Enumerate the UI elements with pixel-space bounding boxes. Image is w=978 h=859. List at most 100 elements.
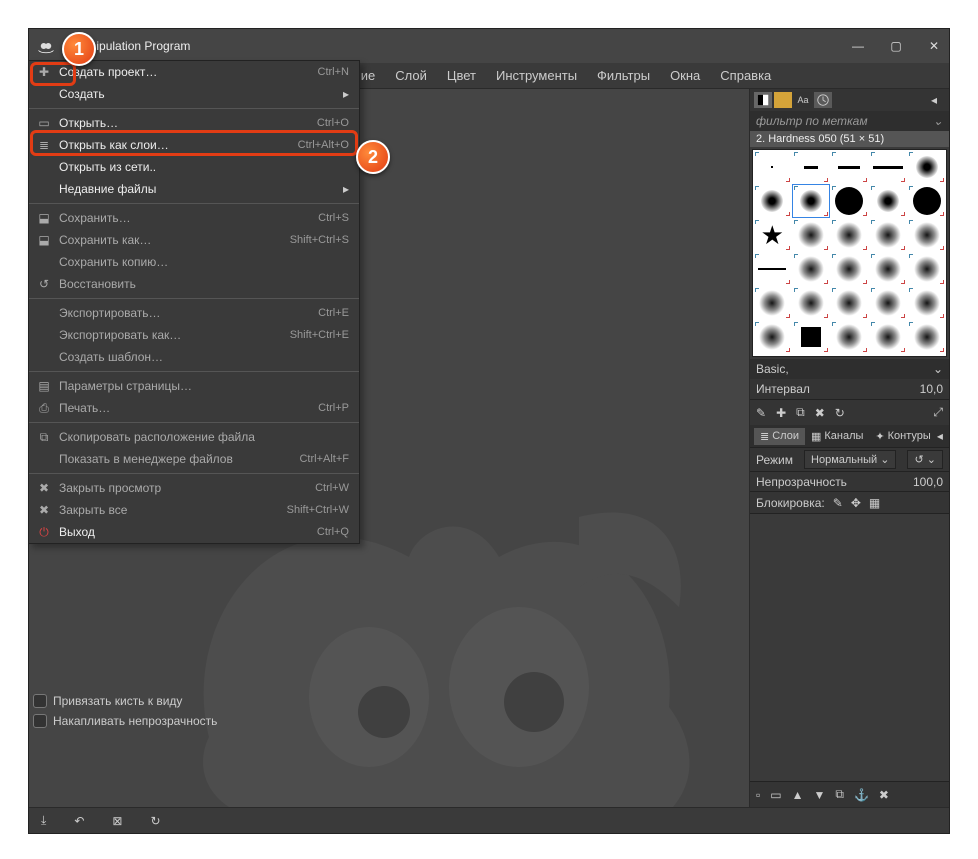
lower-layer-icon[interactable]: ▼ xyxy=(814,788,826,802)
anchor-layer-icon[interactable]: ⚓ xyxy=(854,788,869,802)
save-icon: ⬓ xyxy=(37,211,51,225)
undo-icon[interactable]: ↶ xyxy=(74,814,84,828)
brush-cell[interactable] xyxy=(792,286,831,320)
duplicate-layer-icon[interactable]: ⧉ xyxy=(835,787,844,802)
submenu-arrow-icon: ▸ xyxy=(343,87,349,101)
file-menu-item: Экспортировать как…Shift+Ctrl+E xyxy=(29,324,359,346)
new-layer-icon[interactable]: ▫ xyxy=(756,788,760,802)
brush-lines[interactable] xyxy=(869,320,908,354)
edit-brush-icon[interactable]: ✎ xyxy=(756,406,766,420)
lock-position-icon[interactable]: ✥ xyxy=(851,496,861,510)
brush-hline[interactable] xyxy=(753,252,792,286)
copy-icon: ⧉ xyxy=(37,430,51,444)
brush-dots2[interactable] xyxy=(792,252,831,286)
file-menu-item[interactable]: ▭Открыть…Ctrl+O xyxy=(29,112,359,134)
layer-mode: Режим Нормальный ⌄ ↺ ⌄ xyxy=(750,447,949,471)
brush-texture1[interactable] xyxy=(869,218,908,252)
close-button[interactable]: ✕ xyxy=(927,39,941,53)
open-as-image-icon[interactable]: ⤢ xyxy=(933,405,943,420)
brush-softbig[interactable] xyxy=(869,184,908,218)
brush-grain1[interactable] xyxy=(830,218,869,252)
delete-status-icon[interactable]: ⊠ xyxy=(112,814,122,828)
current-brush-label: 2. Hardness 050 (51 × 51) xyxy=(750,131,949,147)
brush-cluster[interactable] xyxy=(869,252,908,286)
chevron-down-icon: ⌄ xyxy=(933,362,943,376)
bind-brush-checkbox[interactable]: Привязать кисть к виду xyxy=(33,691,217,711)
file-menu-item[interactable]: Открыть из сети.. xyxy=(29,156,359,178)
brush-hbar2[interactable] xyxy=(830,150,869,184)
menu-цвет[interactable]: Цвет xyxy=(437,64,486,87)
history-tab[interactable] xyxy=(814,92,832,108)
brush-sel[interactable] xyxy=(792,184,831,218)
minimize-button[interactable]: — xyxy=(851,39,865,53)
raise-layer-icon[interactable]: ▲ xyxy=(792,788,804,802)
file-menu-item: ⧉Скопировать расположение файла xyxy=(29,426,359,448)
file-menu-item[interactable]: ⏻ВыходCtrl+Q xyxy=(29,521,359,543)
save-status-icon[interactable]: ⤓ xyxy=(41,813,46,828)
blank-icon xyxy=(37,328,51,342)
layer-opacity[interactable]: Непрозрачность 100,0 xyxy=(750,471,949,491)
maximize-button[interactable]: ▢ xyxy=(889,39,903,53)
file-menu-item[interactable]: Недавние файлы▸ xyxy=(29,178,359,200)
brush-grid[interactable]: ★ xyxy=(752,149,947,357)
brush-fiber[interactable] xyxy=(753,320,792,354)
open-icon: ▭ xyxy=(37,116,51,130)
lock-alpha-icon[interactable]: ▦ xyxy=(869,496,880,510)
brush-dots1[interactable] xyxy=(907,218,946,252)
brush-spots[interactable] xyxy=(830,286,869,320)
fonts-tab[interactable]: Aa xyxy=(794,92,812,108)
layer-mode-reset[interactable]: ↺ ⌄ xyxy=(907,450,943,469)
menu-фильтры[interactable]: Фильтры xyxy=(587,64,660,87)
brush-square[interactable] xyxy=(792,320,831,354)
patterns-tab[interactable] xyxy=(774,92,792,108)
close-icon: ✖ xyxy=(37,481,51,495)
layers-list[interactable] xyxy=(750,513,949,781)
dock-menu-icon[interactable]: ◂ xyxy=(937,429,945,443)
brush-hbar3[interactable] xyxy=(869,150,908,184)
brush-noise1[interactable] xyxy=(753,286,792,320)
lock-pixels-icon[interactable]: ✎ xyxy=(833,496,843,510)
brush-interval[interactable]: Интервал 10,0 xyxy=(750,379,949,399)
duplicate-brush-icon[interactable]: ⧉ xyxy=(796,405,805,420)
menu-слой[interactable]: Слой xyxy=(385,64,437,87)
titlebar: e Manipulation Program — ▢ ✕ xyxy=(29,29,949,63)
brush-noise3[interactable] xyxy=(830,320,869,354)
brush-dots3[interactable] xyxy=(907,252,946,286)
tag-filter[interactable]: фильтр по меткам ⌄ xyxy=(750,111,949,131)
layer-mode-dropdown[interactable]: Нормальный ⌄ xyxy=(804,450,896,469)
new-brush-icon[interactable]: ✚ xyxy=(776,406,786,420)
file-menu-item[interactable]: Создать▸ xyxy=(29,83,359,105)
menu-инструменты[interactable]: Инструменты xyxy=(486,64,587,87)
brush-spray1[interactable] xyxy=(792,218,831,252)
brush-preset-dropdown[interactable]: Basic, ⌄ xyxy=(750,359,949,379)
menu-окна[interactable]: Окна xyxy=(660,64,710,87)
refresh-brush-icon[interactable]: ↻ xyxy=(835,406,845,420)
file-menu-item[interactable]: ≣Открыть как слои…Ctrl+Alt+O xyxy=(29,134,359,156)
brush-bigblack[interactable] xyxy=(907,184,946,218)
brush-noise4[interactable] xyxy=(907,320,946,354)
brush-blur1[interactable] xyxy=(907,150,946,184)
paths-tab[interactable]: ✦ Контуры xyxy=(869,428,936,445)
brush-noise2[interactable] xyxy=(869,286,908,320)
new-group-icon[interactable]: ▭ xyxy=(770,788,781,802)
menu-справка[interactable]: Справка xyxy=(710,64,781,87)
brush-star[interactable]: ★ xyxy=(753,218,792,252)
delete-layer-icon[interactable]: ✖ xyxy=(879,788,889,802)
layer-lock-row: Блокировка: ✎ ✥ ▦ xyxy=(750,491,949,513)
gimp-icon xyxy=(37,37,55,55)
brush-pixel[interactable] xyxy=(753,150,792,184)
layers-tab[interactable]: ≣ Слои xyxy=(754,428,805,445)
brush-big[interactable] xyxy=(830,184,869,218)
stack-opacity-checkbox[interactable]: Накапливать непрозрачность xyxy=(33,711,217,731)
brush-hbar1[interactable] xyxy=(792,150,831,184)
brush-dots4[interactable] xyxy=(907,286,946,320)
brush-grain2[interactable] xyxy=(830,252,869,286)
dock-menu-icon[interactable]: ◂ xyxy=(931,93,945,107)
brushes-tab[interactable] xyxy=(754,92,772,108)
redo-icon[interactable]: ↻ xyxy=(150,814,160,828)
layers-icon: ≣ xyxy=(37,138,51,152)
channels-tab[interactable]: ▦ Каналы xyxy=(805,428,869,445)
delete-brush-icon[interactable]: ✖ xyxy=(815,406,825,420)
brush-blur2[interactable] xyxy=(753,184,792,218)
layer-actions: ▫ ▭ ▲ ▼ ⧉ ⚓ ✖ xyxy=(750,781,949,807)
